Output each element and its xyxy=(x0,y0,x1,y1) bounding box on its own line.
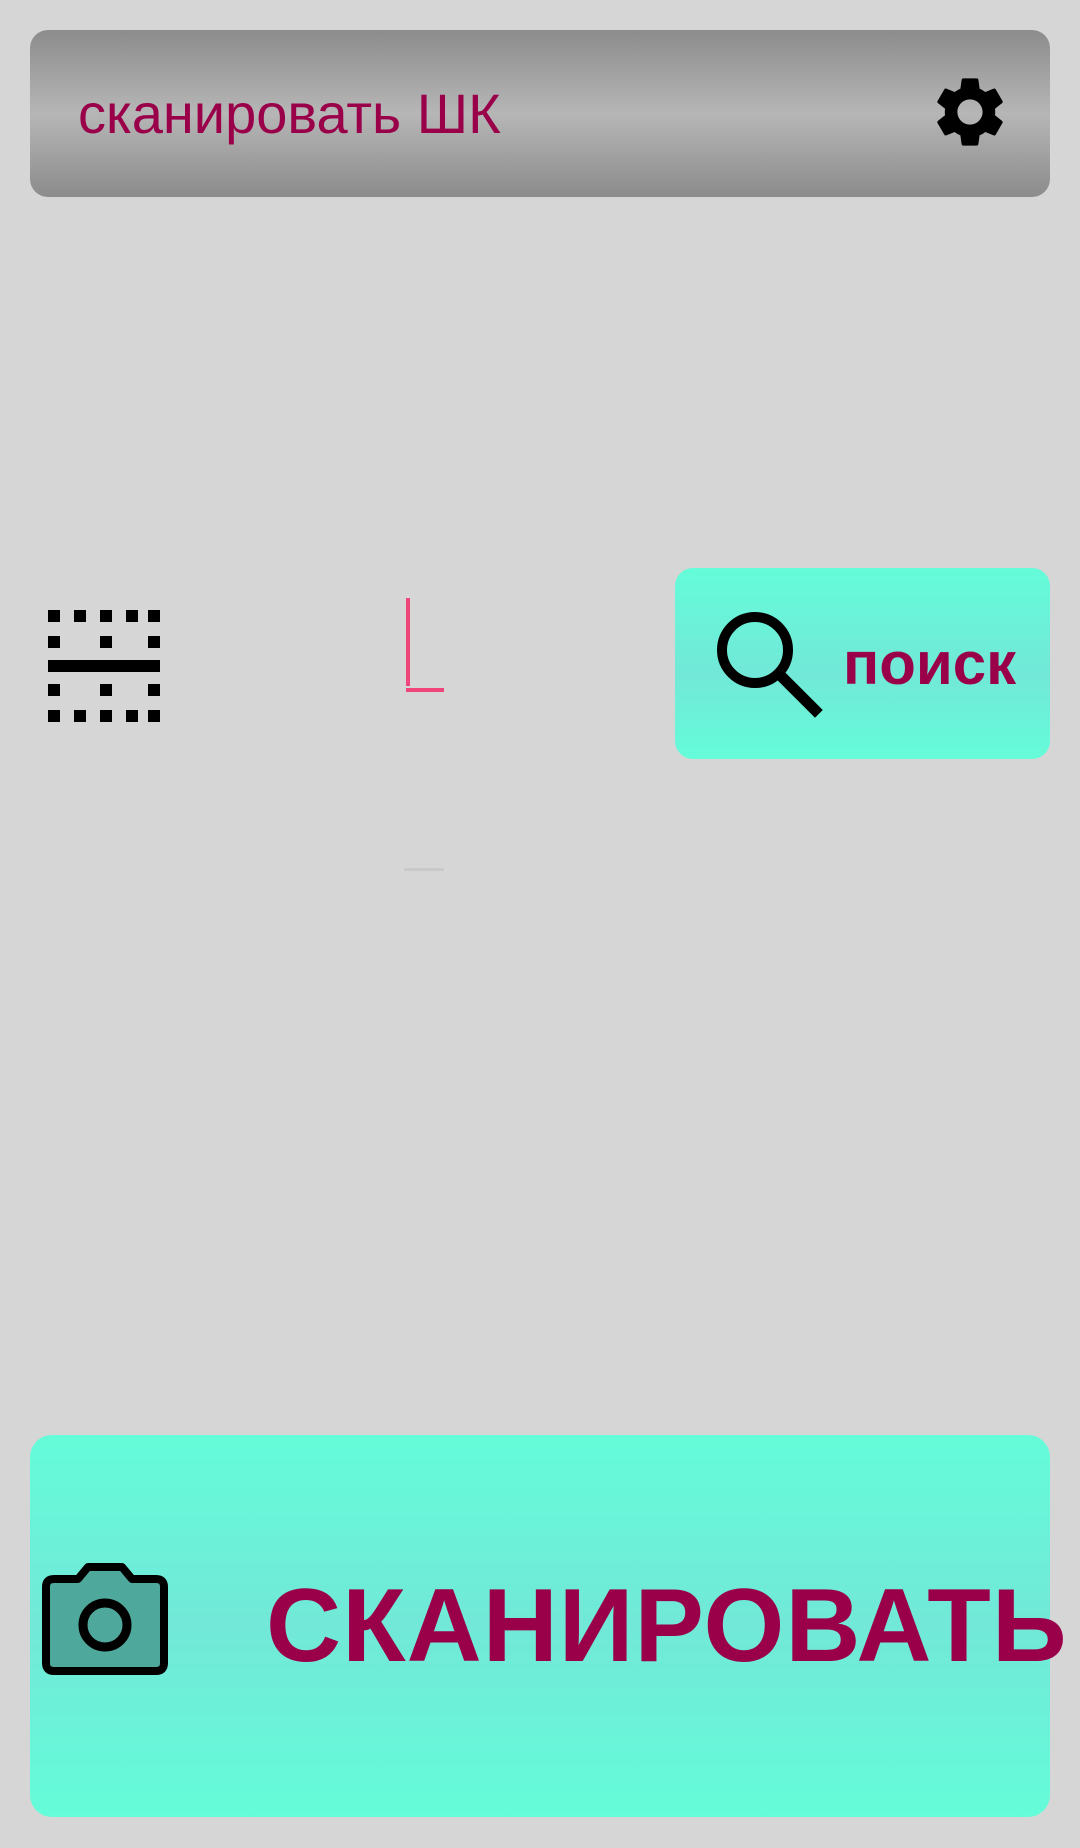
scan-button-label: СКАНИРОВАТЬ xyxy=(266,1568,1068,1684)
secondary-input-underline xyxy=(404,868,444,871)
settings-button[interactable] xyxy=(928,70,1012,154)
search-button[interactable]: поиск xyxy=(675,568,1050,759)
text-cursor xyxy=(406,598,410,686)
page-title: сканировать ШК xyxy=(78,82,501,145)
input-underline xyxy=(406,688,444,692)
search-icon xyxy=(717,612,823,718)
search-button-label: поиск xyxy=(843,630,1017,697)
camera-icon xyxy=(42,1563,168,1675)
barcode-scan-mode-icon[interactable] xyxy=(44,608,160,724)
scan-button[interactable]: СКАНИРОВАТЬ xyxy=(30,1435,1068,1817)
barcode-input-container[interactable] xyxy=(404,596,704,706)
barcode-input[interactable] xyxy=(404,596,704,706)
gear-icon xyxy=(937,78,1003,146)
app-header: сканировать ШК xyxy=(30,30,1050,197)
